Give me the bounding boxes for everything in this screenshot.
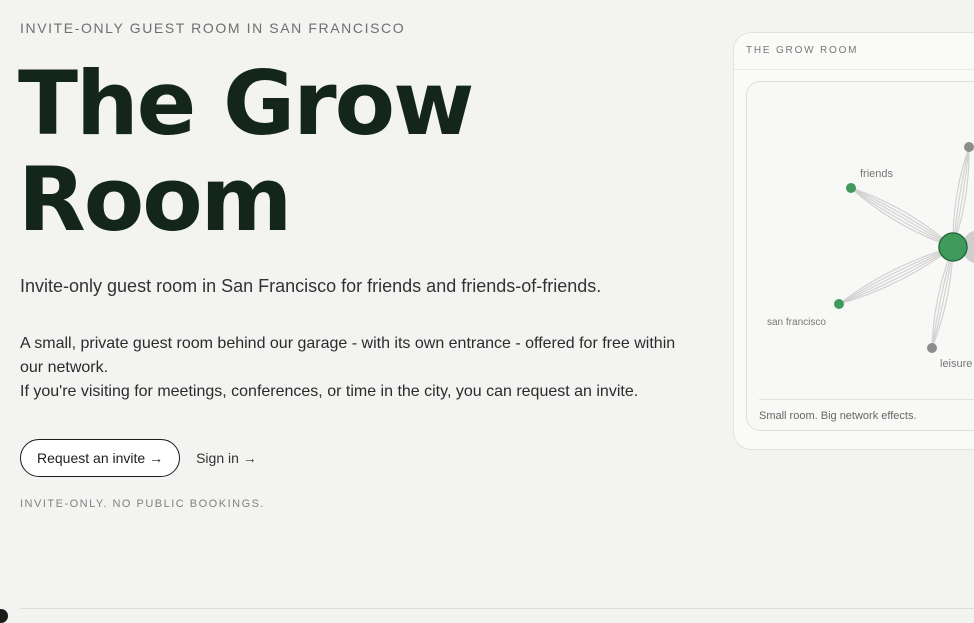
- page-description: A small, private guest room behind our g…: [20, 332, 680, 404]
- invite-only-note: INVITE-ONLY. NO PUBLIC BOOKINGS.: [20, 498, 266, 510]
- edge-top-right: [952, 146, 970, 248]
- top-right-node[interactable]: [964, 142, 974, 152]
- description-line-2: If you're visiting for meetings, confere…: [20, 383, 639, 400]
- page-title: The Grow Room: [18, 52, 474, 251]
- san-francisco-label: san francisco: [767, 317, 826, 328]
- san-francisco-node[interactable]: [834, 299, 844, 309]
- cta-row: Request an invite → Sign in →: [20, 439, 257, 477]
- sign-in-link[interactable]: Sign in →: [196, 450, 257, 466]
- page-eyebrow: INVITE-ONLY GUEST ROOM IN SAN FRANCISCO: [20, 20, 406, 36]
- card-caption: Small room. Big network effects.: [759, 410, 917, 422]
- network-card: THE GROW ROOM friends san francisco leis…: [733, 32, 974, 450]
- edge-leisure: [931, 246, 954, 349]
- edge-top-right: [952, 146, 970, 248]
- edge-leisure: [931, 246, 954, 349]
- friends-node[interactable]: [846, 183, 856, 193]
- request-invite-button[interactable]: Request an invite →: [20, 439, 181, 477]
- network-graph: friends san francisco leisure: [767, 142, 974, 370]
- edge-leisure: [931, 246, 954, 349]
- leisure-node[interactable]: [927, 343, 937, 353]
- network-graph-panel: friends san francisco leisure: [746, 81, 974, 431]
- description-line-1: A small, private guest room behind our g…: [20, 335, 676, 376]
- edge-san-francisco: [838, 246, 954, 305]
- edge-leisure: [931, 246, 954, 349]
- page-title-line-1: The Grow: [18, 52, 474, 155]
- card-divider: [734, 69, 974, 70]
- bottom-divider: [20, 608, 974, 609]
- page-title-line-2: Room: [18, 148, 292, 251]
- hub-node[interactable]: [938, 232, 968, 262]
- page-lede: Invite-only guest room in San Francisco …: [20, 276, 602, 296]
- card-title: THE GROW ROOM: [746, 45, 859, 56]
- leisure-label: leisure: [940, 358, 972, 370]
- friends-label: friends: [860, 168, 894, 180]
- edge-top-right: [952, 146, 970, 248]
- caption-divider: [759, 399, 974, 400]
- edge-top-right: [952, 146, 970, 248]
- corner-dot: [0, 609, 8, 623]
- edge-friends: [850, 187, 954, 248]
